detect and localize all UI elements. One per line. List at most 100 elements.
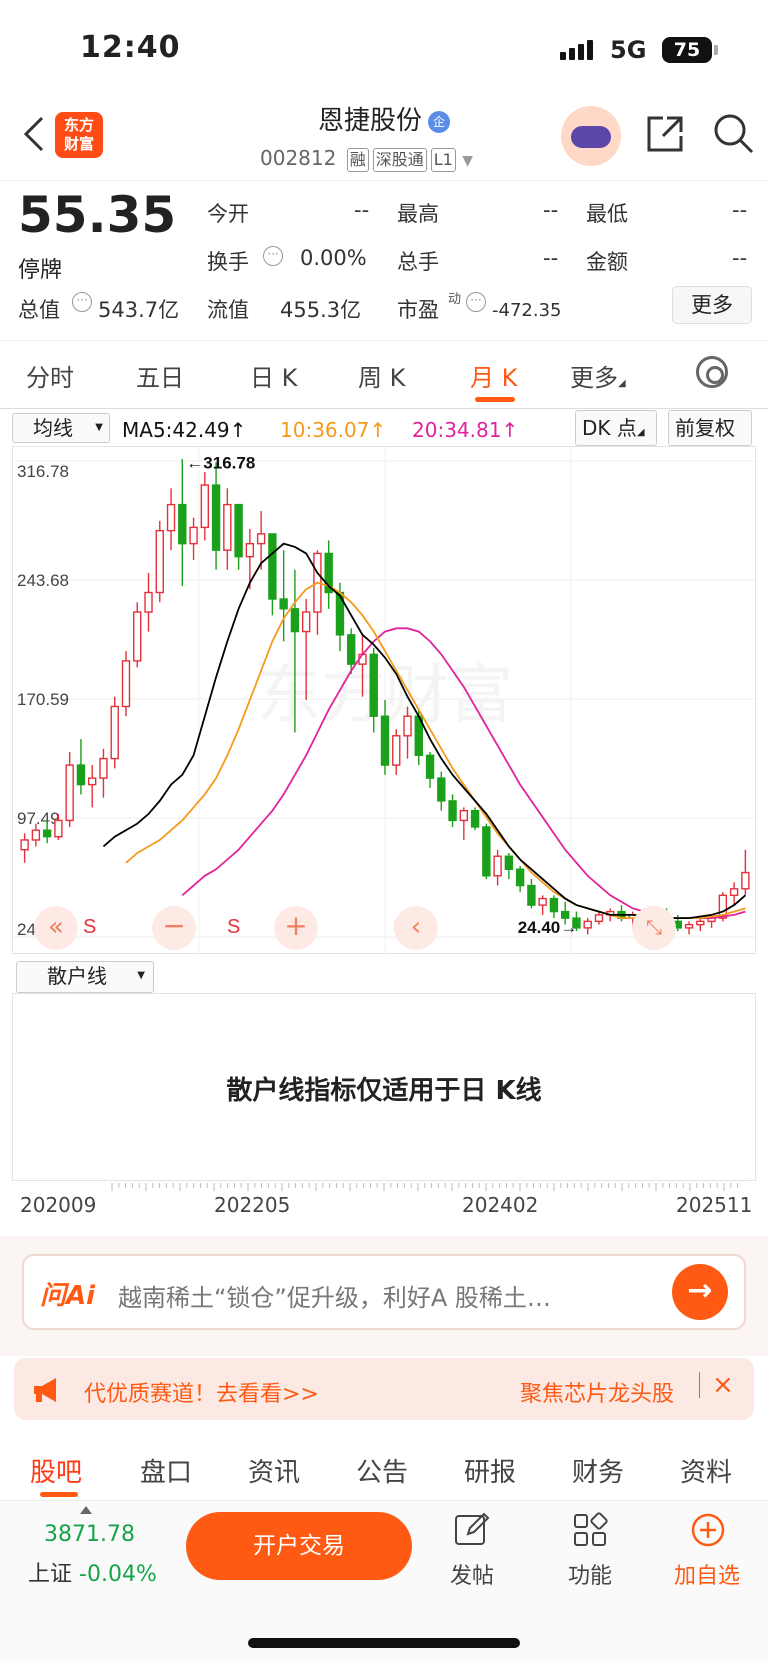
turnover-label: 换手 — [207, 250, 249, 274]
candle-body — [121, 660, 131, 708]
candle-body — [178, 503, 187, 545]
share-icon[interactable] — [643, 112, 687, 156]
candle-body — [729, 888, 739, 897]
stock-code-row[interactable]: 002812 融深股通 L1 ▼ — [260, 146, 473, 172]
candle-body — [470, 809, 480, 828]
candle-body — [211, 484, 221, 551]
candle-body — [549, 897, 559, 913]
tab-intraday[interactable]: 分时 — [26, 358, 74, 393]
close-icon[interactable]: × — [712, 1370, 734, 1400]
post-label[interactable]: 发帖 — [450, 1558, 494, 1590]
volume-value: -- — [543, 246, 559, 270]
high-label: 最高 — [397, 202, 439, 226]
index-value[interactable]: 3871.78 — [44, 1522, 135, 1547]
candle-body — [392, 735, 401, 766]
indicator-message: 散户线指标仅适用于日 K线 — [226, 1076, 542, 1106]
tab-five-day[interactable]: 五日 — [136, 358, 184, 393]
amount-label: 金额 — [586, 250, 628, 274]
candle-body — [155, 529, 164, 594]
tab-weekly-k[interactable]: 周 K — [358, 358, 405, 393]
candle-body — [482, 826, 491, 877]
candle-body — [380, 715, 390, 766]
info-icon[interactable]: ··· — [466, 292, 486, 312]
add-watchlist-icon[interactable] — [690, 1512, 726, 1548]
low-label: 最低 — [586, 202, 628, 226]
home-indicator — [248, 1638, 520, 1648]
candle-body — [42, 829, 52, 838]
high-value: -- — [543, 198, 559, 222]
signal-icon — [560, 40, 596, 60]
signal-marker: S — [83, 916, 96, 938]
chevron-down-icon: ▼ — [462, 153, 473, 169]
y-tick-label: 97.49 — [17, 809, 60, 828]
search-icon[interactable] — [712, 112, 756, 156]
candle-body — [403, 715, 412, 737]
fullscreen-icon[interactable]: ⤡ — [632, 906, 676, 950]
functions-label[interactable]: 功能 — [568, 1558, 612, 1590]
index-name-change[interactable]: 上证 -0.04% — [28, 1556, 157, 1588]
tab-announcements[interactable]: 公告 — [356, 1452, 408, 1489]
tab-finance[interactable]: 财务 — [572, 1452, 624, 1489]
candle-body — [65, 764, 74, 822]
rewind-icon[interactable]: « — [34, 906, 78, 950]
candle-body — [594, 914, 604, 923]
zoom-out-icon[interactable]: − — [152, 906, 196, 950]
promo-text-left[interactable]: 代优质赛道！去看看>> — [84, 1376, 319, 1408]
total-value: 543.7亿 — [98, 298, 180, 322]
ma10-label: 10:36.07↑ — [280, 418, 387, 442]
enterprise-badge: 企 — [428, 110, 450, 133]
ai-logo: 问Ai — [40, 1281, 96, 1311]
signal-marker: S — [227, 916, 240, 938]
tab-more[interactable]: 更多◢ — [570, 358, 626, 393]
arrow-right-icon[interactable]: → — [672, 1264, 728, 1320]
tag-level: L1 — [430, 148, 456, 172]
indicator-select[interactable]: 散户线 ▼ — [16, 961, 154, 993]
settings-icon[interactable] — [696, 356, 728, 388]
candle-body — [99, 757, 108, 779]
chevron-up-icon[interactable] — [80, 1506, 92, 1514]
candle-body — [88, 777, 97, 786]
open-account-button[interactable]: 开户交易 — [186, 1512, 412, 1580]
adjust-button[interactable]: 前复权 — [668, 410, 752, 446]
tab-profile[interactable]: 资料 — [680, 1452, 732, 1489]
megaphone-icon — [34, 1378, 56, 1402]
functions-icon[interactable] — [572, 1512, 608, 1548]
tab-news[interactable]: 资讯 — [248, 1452, 300, 1489]
tab-forum[interactable]: 股吧 — [30, 1452, 82, 1489]
kline-chart[interactable]: 316.78243.68170.5997.4924.40东方财富←316.782… — [12, 446, 757, 955]
ma-select[interactable]: 均线 ▼ — [12, 413, 110, 443]
network-type: 5G — [610, 36, 647, 64]
dk-select[interactable]: DK 点◢ — [575, 410, 657, 446]
candle-body — [110, 705, 119, 760]
candle-body — [425, 754, 435, 779]
ai-prompt-text[interactable]: 越南稀土“锁仓”促升级，利好A 股稀土… — [118, 1278, 638, 1313]
info-icon[interactable]: ··· — [72, 292, 92, 312]
candle-body — [133, 611, 142, 662]
candle-body — [144, 591, 153, 613]
more-button[interactable]: 更多 — [672, 286, 752, 324]
post-icon[interactable] — [454, 1512, 490, 1548]
pe-label: 市盈 — [397, 298, 439, 322]
add-watchlist-label[interactable]: 加自选 — [674, 1558, 740, 1590]
info-icon[interactable]: ··· — [263, 246, 283, 266]
candle-body — [684, 923, 694, 929]
tab-research[interactable]: 研报 — [464, 1452, 516, 1489]
assistant-avatar[interactable] — [561, 106, 621, 166]
pe-sup: 动 — [448, 292, 462, 307]
tab-monthly-k[interactable]: 月 K — [470, 358, 517, 393]
tab-indicator — [475, 397, 515, 402]
candle-body — [741, 871, 750, 890]
tab-daily-k[interactable]: 日 K — [250, 358, 297, 393]
battery-icon: 75 — [662, 37, 718, 63]
zoom-in-icon[interactable]: + — [274, 906, 318, 950]
x-tick: 202511 — [676, 1193, 753, 1217]
ma20-label: 20:34.81↑ — [412, 418, 519, 442]
kline-svg: 316.78243.68170.5997.4924.40东方财富←316.782… — [13, 447, 757, 955]
promo-text-right[interactable]: 聚焦芯片龙头股 — [520, 1376, 674, 1408]
tab-orderbook[interactable]: 盘口 — [140, 1452, 192, 1489]
divider — [699, 1372, 700, 1398]
price: 55.35 — [18, 186, 177, 244]
prev-icon[interactable]: ‹ — [394, 906, 438, 950]
turnover-value: 0.00% — [300, 246, 367, 270]
candle-body — [504, 855, 514, 870]
